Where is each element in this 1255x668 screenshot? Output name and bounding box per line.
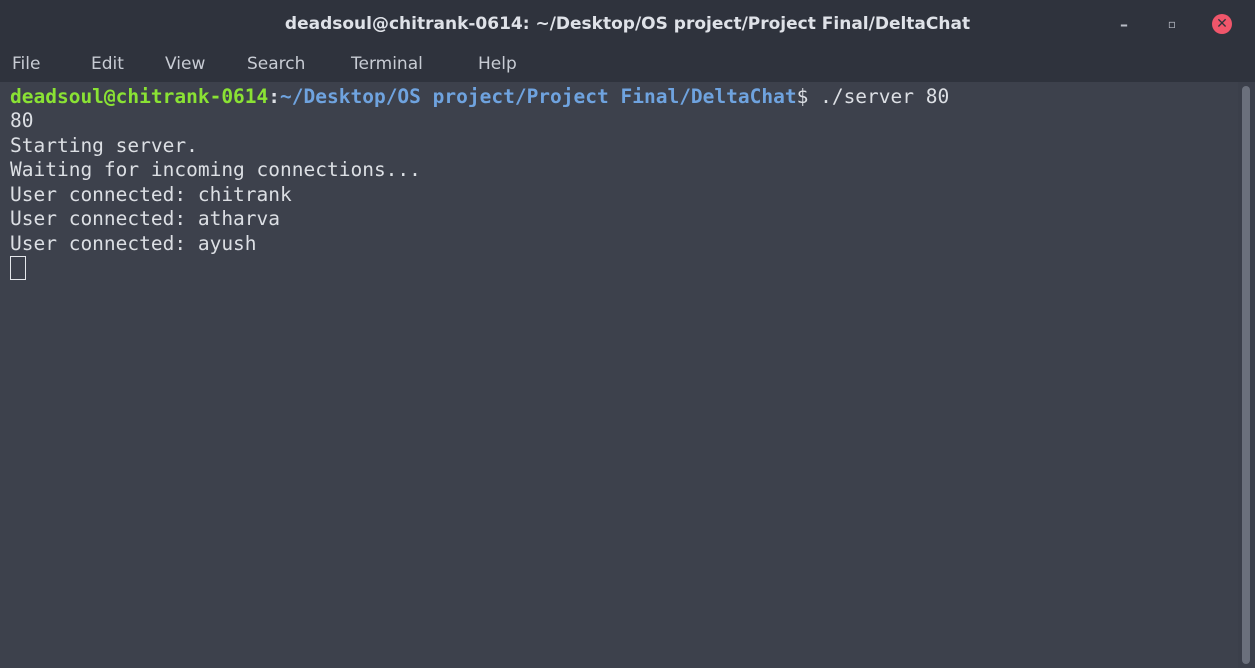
menu-file[interactable]: File — [12, 54, 40, 74]
window-title: deadsoul@chitrank-0614: ~/Desktop/OS pro… — [284, 14, 971, 34]
prompt-user: deadsoul@chitrank-0614 — [10, 85, 269, 108]
vertical-scrollbar[interactable] — [1238, 82, 1255, 668]
output-line: User connected: ayush — [10, 232, 257, 255]
maximize-button[interactable]: ▫ — [1160, 12, 1184, 36]
terminal-window: deadsoul@chitrank-0614: ~/Desktop/OS pro… — [0, 0, 1255, 668]
minimize-icon: – — [1120, 14, 1128, 34]
menu-help[interactable]: Help — [478, 54, 517, 74]
menu-view[interactable]: View — [165, 54, 205, 74]
menu-terminal[interactable]: Terminal — [351, 54, 423, 74]
output-line: Waiting for incoming connections... — [10, 158, 421, 181]
command-text: ./server 80 — [808, 85, 950, 108]
prompt-path: ~/Desktop/OS project/Project Final/Delta… — [280, 85, 797, 108]
menu-edit[interactable]: Edit — [91, 54, 124, 74]
scrollbar-thumb[interactable] — [1242, 86, 1250, 664]
minimize-button[interactable]: – — [1112, 12, 1136, 36]
output-line: User connected: chitrank — [10, 183, 292, 206]
prompt-dollar: $ — [796, 85, 809, 108]
output-line: 80 — [10, 109, 34, 132]
menu-search[interactable]: Search — [247, 54, 305, 74]
prompt-line: deadsoul@chitrank-0614:~/Desktop/OS proj… — [10, 84, 949, 109]
close-icon: ✕ — [1212, 14, 1232, 34]
output-line: Starting server. — [10, 134, 198, 157]
terminal-output-area[interactable]: deadsoul@chitrank-0614:~/Desktop/OS proj… — [0, 82, 1238, 668]
menu-bar: File Edit View Search Terminal Help — [0, 48, 1255, 82]
output-line: User connected: atharva — [10, 207, 281, 230]
title-bar[interactable]: deadsoul@chitrank-0614: ~/Desktop/OS pro… — [0, 0, 1255, 48]
prompt-separator: : — [268, 85, 281, 108]
close-button[interactable]: ✕ — [1210, 12, 1234, 36]
text-cursor — [10, 256, 26, 280]
maximize-icon: ▫ — [1167, 17, 1177, 31]
